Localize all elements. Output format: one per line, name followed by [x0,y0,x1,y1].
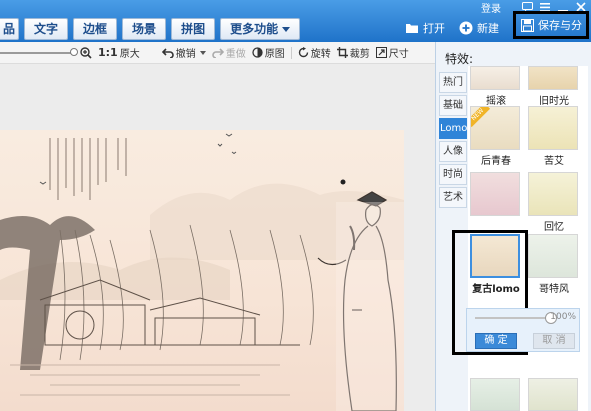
undo-icon [161,47,174,58]
effect-label: 苦艾 [544,156,564,167]
effect-category-tabs: 热门 基础 Lomo 人像 时尚 艺术 [439,72,467,210]
effect-item[interactable]: 回忆 [528,172,580,233]
zoom-slider-track [0,51,74,54]
effect-item[interactable]: 摇滚 [470,66,522,107]
zoom-slider[interactable] [0,42,78,64]
effect-thumbnail [470,66,520,90]
open-button[interactable]: 打开 [405,20,445,36]
more-features-label: 更多功能 [230,22,279,36]
chevron-down-icon [199,50,206,55]
redo-label: 重做 [225,49,246,60]
undo-history-dropdown[interactable] [199,50,206,55]
rotate-button[interactable]: 旋转 [298,45,331,60]
photo-preview[interactable] [0,130,404,411]
rotate-label: 旋转 [310,49,331,60]
file-actions: 打开 新建 保存与分 [405,11,591,42]
strength-slider-track[interactable] [475,317,555,319]
undo-button[interactable]: 撤销 [161,45,196,60]
tab-portrait[interactable]: 人像 [439,141,467,162]
tab-more-features[interactable]: 更多功能 [220,18,301,40]
effect-thumbnail [470,172,520,216]
effect-thumbnail [528,106,578,150]
effect-item[interactable] [470,172,522,216]
effect-label: 哥特风 [539,284,569,295]
effect-strength-panel: 100% 确 定 取 消 [466,308,580,352]
resize-label: 尺寸 [388,49,409,60]
crop-icon [336,47,348,58]
feature-tabs: 品 文字 边框 场景 拼图 更多功能 [0,18,301,40]
zoom-in-icon [80,46,92,59]
zoom-in-button[interactable] [80,46,92,59]
resize-icon [375,47,387,58]
tab-hot[interactable]: 热门 [439,72,467,93]
effect-label: 回忆 [544,222,564,233]
chevron-down-icon [282,27,291,32]
tab-beautify[interactable]: 品 [0,18,20,40]
folder-icon [405,21,419,35]
tab-lomo[interactable]: Lomo [439,118,467,139]
new-label: 新建 [477,22,499,35]
effect-thumbnail [470,378,520,411]
effect-thumbnail: NEW [470,106,520,150]
tab-collage[interactable]: 拼图 [171,18,216,40]
zoom-slider-knob[interactable] [70,47,78,56]
tab-text[interactable]: 文字 [24,18,69,40]
effect-item[interactable]: 苦艾 [528,106,580,167]
effect-thumbnail [528,66,578,90]
main-toolbar: 品 文字 边框 场景 拼图 更多功能 登录 打开 新建 保存与分 [0,0,591,42]
rotate-icon [298,47,308,58]
cancel-button[interactable]: 取 消 [533,333,575,349]
resize-button[interactable]: 尺寸 [375,45,409,60]
effect-thumbnail [528,172,578,216]
strength-percent: 100% [550,312,576,322]
plus-circle-icon [459,21,473,35]
effect-item[interactable]: 哥特风 [528,234,580,295]
crop-label: 裁剪 [349,49,370,60]
toolbar-divider [290,46,292,59]
editing-canvas [0,64,435,411]
edit-toolbar: 1:1 原大 撤销 重做 原图 旋转 裁剪 尺寸 [0,42,435,64]
effect-label: 旧时光 [539,96,569,107]
effect-item[interactable]: NEW 后青春 [470,106,522,167]
tab-border[interactable]: 边框 [73,18,118,40]
save-share-button[interactable]: 保存与分 [513,11,589,39]
save-icon [520,18,534,32]
original-image-button[interactable]: 原图 [252,45,285,60]
effect-thumbnail [528,234,578,278]
new-badge: NEW [471,107,491,128]
redo-button[interactable]: 重做 [211,45,246,60]
tab-basic[interactable]: 基础 [439,95,467,116]
confirm-button[interactable]: 确 定 [475,333,517,349]
undo-label: 撤销 [175,49,196,60]
original-size-button[interactable]: 1:1 原大 [98,45,140,60]
effect-item[interactable] [470,378,522,411]
effect-thumbnail [528,378,578,411]
login-link[interactable]: 登录 [481,0,501,15]
effect-label: 后青春 [481,156,511,167]
tab-fashion[interactable]: 时尚 [439,164,467,185]
effects-panel-title: 特效: [445,52,474,66]
effect-item[interactable]: 旧时光 [528,66,580,107]
new-button[interactable]: 新建 [459,20,499,36]
crop-button[interactable]: 裁剪 [336,45,370,60]
redo-icon [211,47,224,58]
original-size-label: 原大 [119,49,140,60]
effect-label: 摇滚 [486,96,506,107]
landscape-painting-image [0,133,404,411]
ratio-label: 1:1 [98,46,118,59]
original-image-label: 原图 [264,49,285,60]
save-share-label: 保存与分 [538,19,582,32]
compare-icon [252,47,263,58]
open-label: 打开 [423,22,445,35]
tab-art[interactable]: 艺术 [439,187,467,208]
effect-item[interactable] [528,378,580,411]
tab-scene[interactable]: 场景 [122,18,167,40]
